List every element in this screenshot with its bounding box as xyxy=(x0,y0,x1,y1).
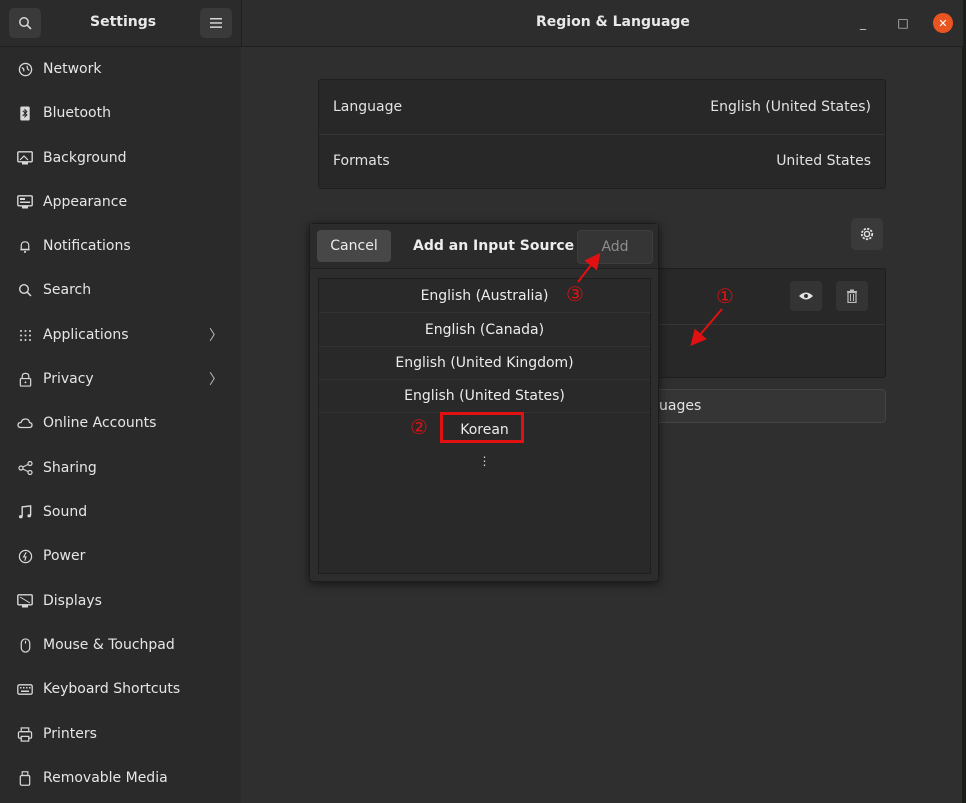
arrow-to-add-button xyxy=(577,252,601,283)
annotation-arrows xyxy=(577,252,723,347)
settings-window: Settings Region & Language _ □ ✕ Network… xyxy=(0,0,963,803)
arrow-to-input-sources xyxy=(690,308,723,347)
